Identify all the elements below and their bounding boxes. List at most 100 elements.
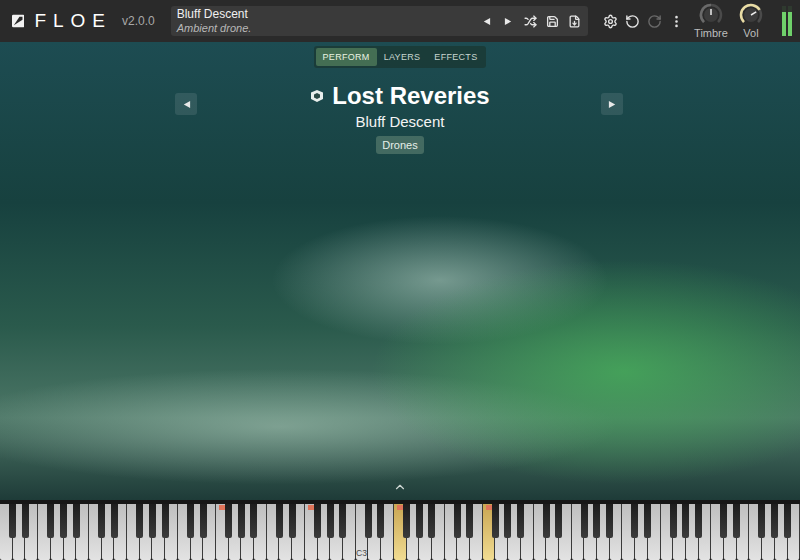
black-key[interactable] <box>73 504 80 538</box>
key-marker <box>314 505 320 510</box>
key-marker <box>346 505 352 510</box>
key-marker <box>670 505 676 510</box>
knob-icon[interactable] <box>699 3 723 27</box>
previous-instrument-button[interactable] <box>175 93 197 115</box>
black-key[interactable] <box>454 504 461 538</box>
black-key[interactable] <box>733 504 740 538</box>
key-marker <box>320 505 326 510</box>
preset-browser[interactable]: Bluff DescentAmbient drone. <box>171 6 588 35</box>
tab[interactable]: LAYERS <box>377 48 428 66</box>
black-key[interactable] <box>314 504 321 538</box>
black-key[interactable] <box>555 504 562 538</box>
expand-button[interactable] <box>393 480 407 494</box>
keyboard[interactable]: C3 <box>0 500 800 560</box>
export-icon <box>568 15 581 28</box>
black-key[interactable] <box>250 504 257 538</box>
key-marker <box>695 505 701 510</box>
key-marker <box>117 505 123 510</box>
black-key[interactable] <box>136 504 143 538</box>
key-marker <box>226 505 232 510</box>
key-marker <box>16 505 22 510</box>
black-key[interactable] <box>365 504 372 538</box>
black-key[interactable] <box>758 504 765 538</box>
black-key[interactable] <box>784 504 791 538</box>
black-key[interactable] <box>47 504 54 538</box>
key-marker <box>403 505 409 510</box>
black-key[interactable] <box>200 504 207 538</box>
black-key[interactable] <box>60 504 67 538</box>
black-key[interactable] <box>466 504 473 538</box>
key-marker <box>270 505 276 510</box>
black-key[interactable] <box>403 504 410 538</box>
black-key[interactable] <box>517 504 524 538</box>
key-marker <box>562 505 568 510</box>
preset-info[interactable]: Bluff DescentAmbient drone. <box>177 8 472 33</box>
black-key[interactable] <box>543 504 550 538</box>
key-marker <box>524 505 530 510</box>
key-marker <box>149 505 155 510</box>
key-marker <box>638 505 644 510</box>
black-key[interactable] <box>428 504 435 538</box>
black-key[interactable] <box>98 504 105 538</box>
black-key[interactable] <box>593 504 600 538</box>
black-key[interactable] <box>276 504 283 538</box>
black-key[interactable] <box>289 504 296 538</box>
black-key[interactable] <box>238 504 245 538</box>
key-marker <box>327 505 333 510</box>
key-marker <box>600 505 606 510</box>
black-key[interactable] <box>644 504 651 538</box>
black-key[interactable] <box>225 504 232 538</box>
black-key[interactable] <box>695 504 702 538</box>
key-marker <box>676 505 682 510</box>
key-marker <box>772 505 778 510</box>
random-preset-button[interactable] <box>522 13 538 29</box>
knob[interactable]: Timbre <box>694 3 728 39</box>
previous-preset-button[interactable] <box>478 13 494 29</box>
black-key[interactable] <box>149 504 156 538</box>
black-key[interactable] <box>162 504 169 538</box>
black-key[interactable] <box>9 504 16 538</box>
tab[interactable]: EFFECTS <box>427 48 484 66</box>
black-key[interactable] <box>720 504 727 538</box>
key-marker <box>41 505 47 510</box>
undo-button[interactable] <box>624 13 640 29</box>
key-marker <box>397 505 403 510</box>
black-key[interactable] <box>377 504 384 538</box>
black-key[interactable] <box>631 504 638 538</box>
black-key[interactable] <box>492 504 499 538</box>
key-marker <box>587 505 593 510</box>
key-marker <box>613 505 619 510</box>
key-marker <box>790 505 796 510</box>
knob-icon[interactable] <box>739 3 763 27</box>
black-key[interactable] <box>339 504 346 538</box>
key-marker <box>429 505 435 510</box>
black-key[interactable] <box>111 504 118 538</box>
instrument-preset-name: Bluff Descent <box>356 113 445 130</box>
export-preset-button[interactable] <box>566 13 582 29</box>
black-key[interactable] <box>581 504 588 538</box>
next-icon <box>504 17 513 26</box>
black-key[interactable] <box>606 504 613 538</box>
next-preset-button[interactable] <box>500 13 516 29</box>
black-key[interactable] <box>771 504 778 538</box>
key-marker <box>162 505 168 510</box>
settings-button[interactable] <box>602 13 618 29</box>
black-key[interactable] <box>416 504 423 538</box>
key-marker <box>574 505 580 510</box>
tag[interactable]: Drones <box>376 136 423 154</box>
tab[interactable]: PERFORM <box>316 48 377 66</box>
key-marker <box>416 505 422 510</box>
next-instrument-button[interactable] <box>601 93 623 115</box>
save-preset-button[interactable] <box>544 13 560 29</box>
black-key[interactable] <box>682 504 689 538</box>
menu-button[interactable] <box>668 13 684 29</box>
black-key[interactable] <box>504 504 511 538</box>
black-key[interactable] <box>327 504 334 538</box>
logo: FLOE <box>12 10 112 32</box>
key-marker <box>155 505 161 510</box>
knob[interactable]: Vol <box>734 3 768 39</box>
black-key[interactable] <box>22 504 29 538</box>
black-key[interactable] <box>670 504 677 538</box>
next-icon <box>608 100 617 109</box>
black-key[interactable] <box>187 504 194 538</box>
